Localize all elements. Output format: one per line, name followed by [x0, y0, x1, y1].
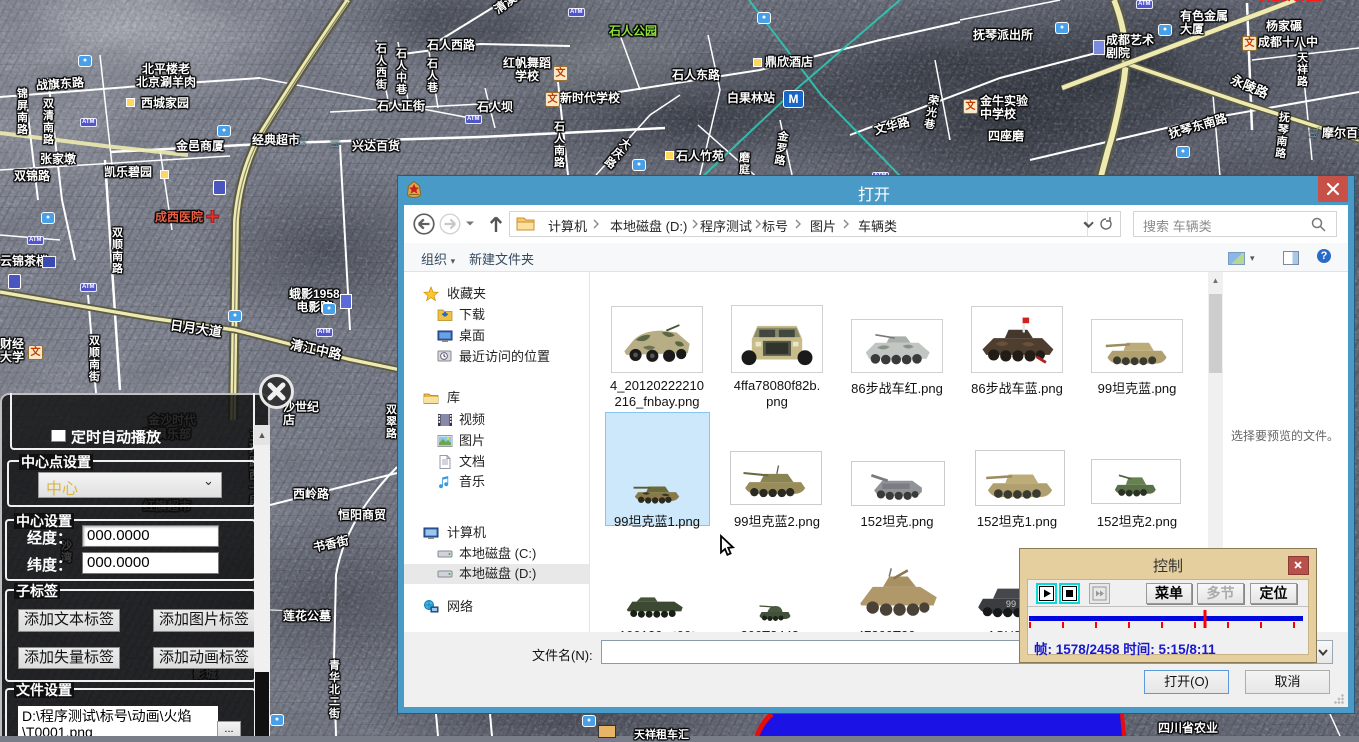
- svg-text:99: 99: [1006, 599, 1016, 609]
